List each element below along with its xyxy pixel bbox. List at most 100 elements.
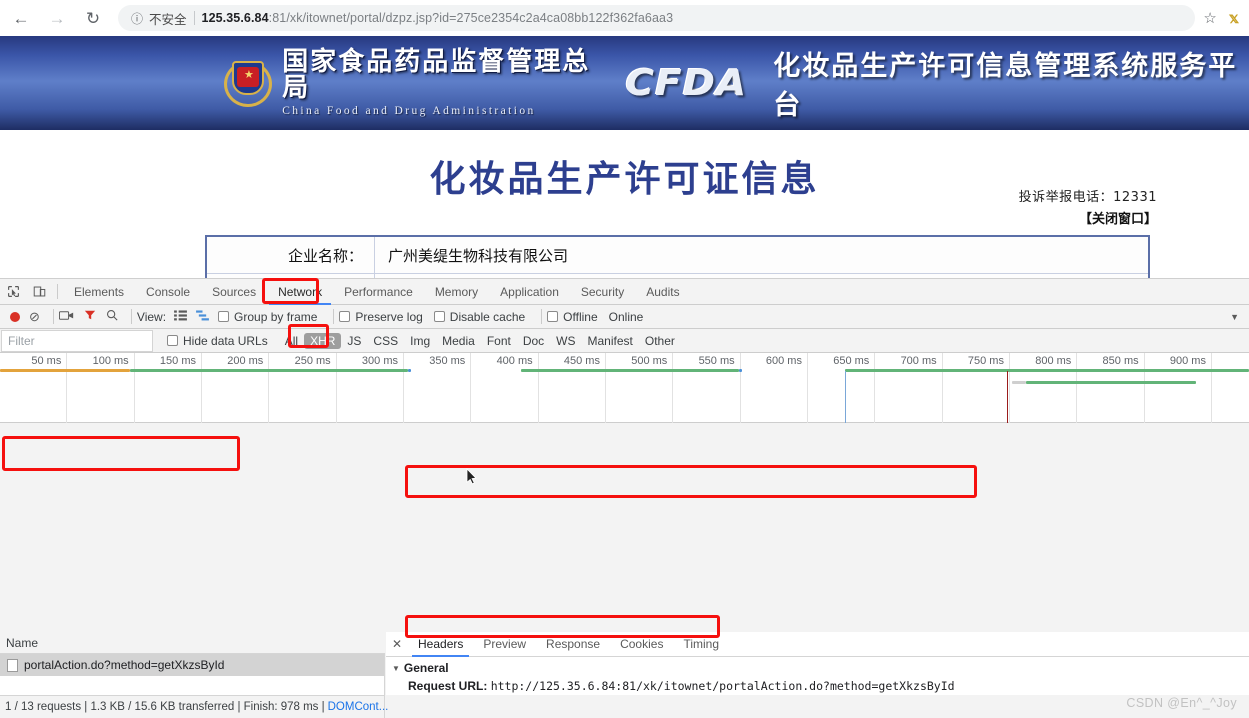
hide-data-urls-checkbox[interactable]: Hide data URLs <box>167 334 268 348</box>
screenshot-root: ← → ↻ ⓘ 不安全 125.35.6.84 :81/xk/itownet/p… <box>0 0 1249 718</box>
tab-console[interactable]: Console <box>135 279 201 305</box>
filter-type-doc[interactable]: Doc <box>517 334 550 348</box>
header-value: http://125.35.6.84:81/xk/itownet/portalA… <box>490 679 955 693</box>
dom-content-loaded-line <box>845 371 846 423</box>
overview-band <box>1026 381 1196 384</box>
device-toolbar-icon[interactable] <box>26 280 52 304</box>
tab-performance[interactable]: Performance <box>333 279 424 305</box>
camera-icon[interactable] <box>58 310 74 324</box>
filter-type-css[interactable]: CSS <box>367 334 404 348</box>
filter-type-img[interactable]: Img <box>404 334 436 348</box>
funnel-icon[interactable] <box>84 309 96 324</box>
inspect-element-icon[interactable] <box>0 280 26 304</box>
omnibox-divider <box>193 11 195 25</box>
reload-icon[interactable]: ↻ <box>78 3 108 33</box>
security-label: 不安全 <box>149 12 187 27</box>
address-bar[interactable]: ⓘ 不安全 125.35.6.84 :81/xk/itownet/portal/… <box>118 5 1196 31</box>
overview-band <box>845 369 1249 372</box>
load-event-line <box>1007 371 1008 423</box>
checkbox-box <box>547 311 559 322</box>
offline-checkbox[interactable]: Offline <box>547 310 598 324</box>
request-row[interactable]: portalAction.do?method=getXkzsById <box>0 654 384 676</box>
tab-security[interactable]: Security <box>570 279 635 305</box>
extension-icon[interactable]: 𝕩 <box>1229 9 1239 27</box>
close-icon[interactable]: ✕ <box>386 637 408 651</box>
network-status-bar: 1 / 13 requests | 1.3 KB / 15.6 KB trans… <box>0 695 388 718</box>
tab-headers[interactable]: Headers <box>408 632 473 657</box>
filter-type-manifest[interactable]: Manifest <box>582 334 639 348</box>
tab-preview[interactable]: Preview <box>473 632 536 657</box>
back-arrow-icon[interactable]: ← <box>6 3 36 33</box>
network-overview-timeline[interactable]: 50 ms 100 ms 150 ms 200 ms 250 ms 300 ms 350 m… <box>0 353 1249 423</box>
tab-network[interactable]: Network <box>267 279 333 305</box>
toolbar-divider <box>52 309 54 324</box>
throttling-select[interactable]: Online <box>609 310 644 324</box>
chevron-down-icon[interactable]: ▼ <box>1230 312 1239 322</box>
tab-memory[interactable]: Memory <box>424 279 489 305</box>
timeline-tick: 900 ms <box>0 353 1212 423</box>
overview-band <box>0 369 130 372</box>
info-circle-icon[interactable]: ⓘ <box>130 11 144 26</box>
watermark: CSDN @En^_^Joy <box>1126 696 1237 710</box>
clear-no-entry-icon[interactable]: ⊘ <box>29 309 40 325</box>
request-list[interactable]: portalAction.do?method=getXkzsById <box>0 654 385 695</box>
filter-type-other[interactable]: Other <box>639 334 681 348</box>
site-banner: ★ 国家食品药品监督管理总局 China Food and Drug Admin… <box>0 36 1249 130</box>
browser-toolbar: ← → ↻ ⓘ 不安全 125.35.6.84 :81/xk/itownet/p… <box>0 0 1249 36</box>
filter-type-xhr[interactable]: XHR <box>304 332 342 349</box>
header-row: Request URL: http://125.35.6.84:81/xk/it… <box>386 678 1249 695</box>
tab-response[interactable]: Response <box>536 632 610 657</box>
network-toolbar: ⊘ View: Group by frame Preserve log Disa… <box>0 305 1249 329</box>
close-window-link[interactable]: 【关闭窗口】 <box>1079 208 1157 227</box>
record-circle-icon[interactable] <box>10 311 20 322</box>
filter-type-font[interactable]: Font <box>481 334 517 348</box>
search-icon[interactable] <box>106 309 118 324</box>
filter-type-ws[interactable]: WS <box>550 334 581 348</box>
filter-type-all[interactable]: All <box>279 334 304 348</box>
toolbar-divider <box>541 309 543 324</box>
request-name: portalAction.do?method=getXkzsById <box>24 658 225 672</box>
file-type-icon <box>7 658 18 672</box>
url-path: :81/xk/itownet/portal/dzpz.jsp?id=275ce2… <box>268 11 674 25</box>
overview-band <box>521 369 739 372</box>
organization-name-block: 国家食品药品监督管理总局 China Food and Drug Adminis… <box>282 49 606 118</box>
star-icon[interactable]: ☆ <box>1203 9 1216 27</box>
timeline-tick-label: 900 ms <box>1169 355 1206 367</box>
triangle-down-icon: ▼ <box>392 663 400 673</box>
group-by-frame-checkbox[interactable]: Group by frame <box>218 310 317 324</box>
disable-cache-label: Disable cache <box>449 309 526 324</box>
filter-type-js[interactable]: JS <box>341 334 367 348</box>
toolbar-divider <box>130 309 132 324</box>
tab-application[interactable]: Application <box>489 279 570 305</box>
tab-timing[interactable]: Timing <box>673 632 729 657</box>
table-row: 企业名称： 广州美缇生物科技有限公司 <box>207 237 1148 273</box>
checkbox-box <box>167 335 178 346</box>
general-section-header[interactable]: ▼ General <box>386 657 1249 678</box>
tab-cookies[interactable]: Cookies <box>610 632 673 657</box>
complaint-hotline: 投诉举报电话：12331 <box>1018 190 1157 205</box>
waterfall-view-icon[interactable] <box>196 309 209 324</box>
forward-arrow-icon[interactable]: → <box>42 3 72 33</box>
national-emblem-icon: ★ <box>222 57 272 109</box>
page-content: 化妆品生产许可证信息 投诉举报电话：12331 【关闭窗口】 企业名称： 广州美… <box>0 130 1249 278</box>
devtools-panel: Elements Console Sources Network Perform… <box>0 278 1249 718</box>
list-view-icon[interactable] <box>174 309 187 324</box>
tab-elements[interactable]: Elements <box>63 279 135 305</box>
checkbox-box <box>339 311 351 322</box>
column-header-name: Name <box>6 635 39 650</box>
checkbox-box <box>433 311 445 322</box>
detail-tabbar: ✕ Headers Preview Response Cookies Timin… <box>386 632 1249 657</box>
preserve-log-label: Preserve log <box>355 309 423 324</box>
domcontentloaded-link[interactable]: DOMCont... <box>328 701 389 713</box>
disable-cache-checkbox[interactable]: Disable cache <box>433 309 526 324</box>
general-section-label: General <box>403 661 449 675</box>
tab-sources[interactable]: Sources <box>201 279 267 305</box>
row-value: 广州美缇生物科技有限公司 <box>388 246 569 265</box>
filter-type-media[interactable]: Media <box>436 334 481 348</box>
overview-band <box>408 369 411 372</box>
filter-input[interactable]: Filter <box>1 329 153 352</box>
request-list-header: Name <box>0 632 385 654</box>
view-label: View: <box>136 309 167 324</box>
tab-audits[interactable]: Audits <box>635 279 690 305</box>
preserve-log-checkbox[interactable]: Preserve log <box>339 309 423 324</box>
